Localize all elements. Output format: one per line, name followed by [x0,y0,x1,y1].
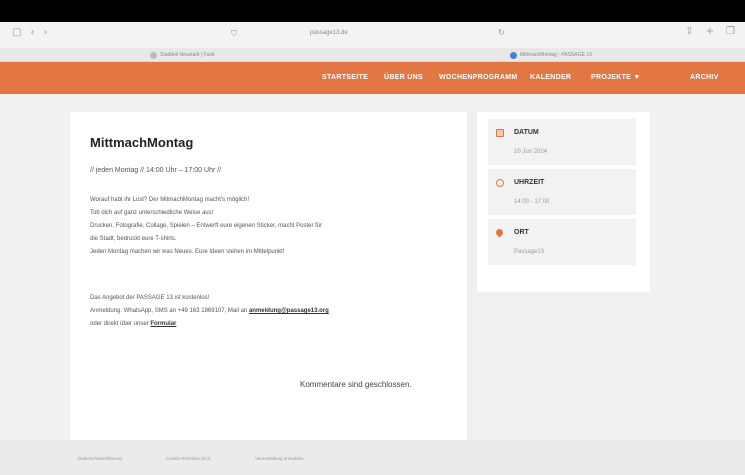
event-date-box: DATUM 10 Jun 2024 [488,119,636,165]
post-card: MittmachMontag // jeden Montag // 14:00 … [70,112,467,462]
browser-toolbar: ▢ ‹ › ⛉ passage13.de ↻ ⇪ + ❐ [0,22,745,48]
event-date-label: DATUM [514,129,539,136]
text-line: Tob dich auf ganz unterschiedliche Weise… [90,210,214,216]
toolbar-right-controls: ⇪ + ❐ [685,26,735,37]
event-place-box: ORT Passage13 [488,219,636,265]
back-icon[interactable]: ‹ [30,27,34,38]
footer-link-cookie[interactable]: Cookie-Richtlinie (EU) [166,456,210,461]
page-title: MittmachMontag [90,135,194,150]
event-info-panel: DATUM 10 Jun 2024 UHRZEIT 14:00 - 17:00 … [477,112,650,292]
shield-icon: ⛉ [231,29,237,38]
nav-item-ueber-uns[interactable]: ÜBER UNS [384,74,423,81]
email-link[interactable]: anmeldung@passage13.org [249,308,329,314]
sidebar-icon[interactable]: ▢ [12,27,21,38]
nav-item-wochenprogramm[interactable]: WOCHENPROGRAMM [439,74,517,81]
post-paragraph-1: Worauf habt ihr Lust? Der MitmachMontag … [90,194,322,259]
tabs-overview-icon[interactable]: ❐ [726,26,735,37]
text-line: oder direkt über unser Formular [90,318,329,331]
footer: Datenschutzerklärung Cookie-Richtlinie (… [0,440,745,475]
comments-closed-note: Kommentare sind geschlossen. [300,380,412,389]
tab-label: MittmachMontag - PASSAGE 13 [520,52,592,58]
tab-mittmachmontag[interactable]: MittmachMontag - PASSAGE 13 [510,48,592,62]
page-content: MittmachMontag // jeden Montag // 14:00 … [0,94,745,475]
text-line: Jeden Montag machen wir was Neues. Eure … [90,249,285,255]
text-segment: Anmeldung: WhatsApp, SMS an +49 163 1869… [90,308,249,314]
calendar-icon [496,129,504,137]
text-segment: oder direkt über unser [90,321,151,327]
share-icon[interactable]: ⇪ [685,26,693,37]
main-nav: STARTSEITE ÜBER UNS WOCHENPROGRAMM KALEN… [0,62,745,94]
post-paragraph-2: Das Angebot der PASSAGE 13 ist kostenlos… [90,292,329,331]
event-place-value: Passage13 [514,249,545,255]
tab-label: Stadtteil Neustadt | Funk [160,52,215,58]
footer-link-anmelden[interactable]: Veranstaltung anmelden [255,456,304,461]
event-date-value: 10 Jun 2024 [514,149,548,155]
text-line: Worauf habt ihr Lust? Der MitmachMontag … [90,197,250,203]
nav-item-startseite[interactable]: STARTSEITE [322,74,368,81]
forward-icon[interactable]: › [43,27,47,38]
post-subtitle: // jeden Montag // 14:00 Uhr – 17:00 Uhr… [90,167,222,174]
text-line: Drucken, Fotografie, Collage, Spielen – … [90,223,323,229]
event-place-label: ORT [514,229,529,236]
text-line: die Stadt, bedruckt eure T-shirts. [90,236,177,242]
text-line: Anmeldung: WhatsApp, SMS an +49 163 1869… [90,305,329,318]
clock-icon [496,179,504,187]
address-bar[interactable]: passage13.de [310,30,348,36]
toolbar-left-controls: ▢ ‹ › [12,27,47,38]
nav-item-archiv[interactable]: ARCHIV [690,74,719,81]
event-time-value: 14:00 - 17:00 [514,199,550,205]
favicon-icon [150,51,157,59]
event-time-box: UHRZEIT 14:00 - 17:00 [488,169,636,215]
form-link[interactable]: Formular [150,321,176,327]
new-tab-icon[interactable]: + [706,26,714,37]
tab-stadtteil[interactable]: Stadtteil Neustadt | Funk [150,48,215,62]
favicon-icon [510,51,517,59]
map-pin-icon [494,227,505,238]
reload-icon[interactable]: ↻ [498,28,505,37]
footer-link-datenschutz[interactable]: Datenschutzerklärung [78,456,122,461]
tab-bar: Stadtteil Neustadt | Funk MittmachMontag… [0,48,745,62]
text-line: Das Angebot der PASSAGE 13 ist kostenlos… [90,295,210,301]
event-time-label: UHRZEIT [514,179,545,186]
window-top-bar [0,0,745,22]
nav-item-kalender[interactable]: KALENDER [530,74,571,81]
nav-item-projekte[interactable]: PROJEKTE ▼ [591,74,641,81]
